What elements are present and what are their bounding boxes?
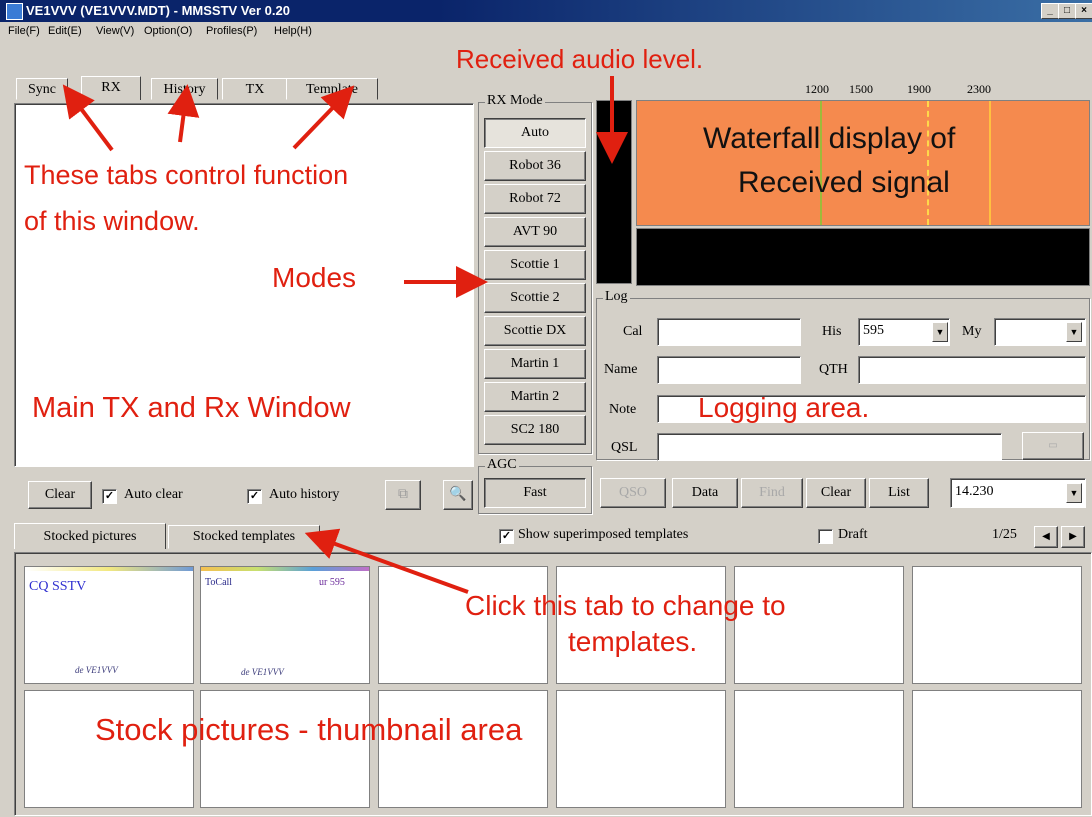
arrow-to-template-tab bbox=[292, 85, 355, 150]
arrow-to-stocked-templates bbox=[304, 528, 469, 594]
arrow-to-sync-tab bbox=[62, 84, 114, 152]
arrow-to-history-tab bbox=[167, 84, 200, 143]
annotation-arrows bbox=[62, 76, 628, 594]
mmsstv-window: VE1VVV (VE1VVV.MDT) - MMSSTV Ver 0.20 _ … bbox=[0, 0, 1092, 817]
